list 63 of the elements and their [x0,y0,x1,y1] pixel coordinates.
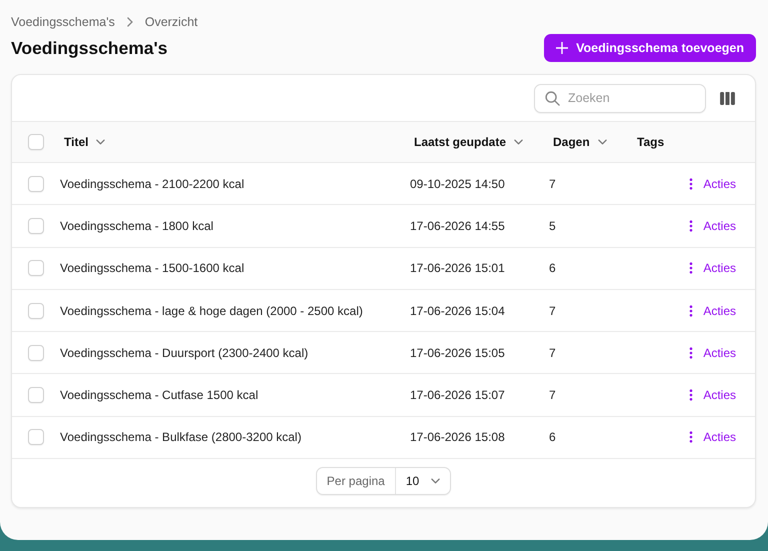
more-vertical-icon [689,346,694,359]
more-vertical-icon [689,431,694,444]
column-header: Tags [636,135,664,149]
table-cell-text: 6 [549,261,557,276]
chevron-down-icon [598,139,607,145]
checkbox[interactable] [28,302,44,319]
actions-button[interactable]: Acties [689,304,736,318]
chevron-right-icon [126,17,133,27]
per-page-label: Per pagina [316,468,396,494]
page-title: Voedingsschema's [11,38,168,58]
table-cell-text: Voedingsschema - 2100-2200 kcal [60,176,246,191]
columns-icon [720,92,735,104]
sort-header[interactable]: Titel [60,135,106,149]
table-cell-text: Voedingsschema - Bulkfase (2800-3200 kcal) [60,430,302,444]
table-cell-text: 7 [549,388,557,402]
checkbox[interactable] [28,218,44,234]
more-vertical-icon [689,304,694,317]
actions-button[interactable]: Acties [689,346,736,360]
table-cell-text: 6 [549,430,557,444]
table-cell-text: 09-10-2025 14:50 [410,176,506,191]
actions-button[interactable]: Acties [689,430,736,444]
checkbox[interactable] [28,260,44,276]
table-cell-text: 17-06-2026 15:08 [410,430,506,444]
table-cell-text: 7 [549,304,557,318]
search-icon [545,90,560,106]
table-cell-text: 5 [549,218,557,233]
table-cell-text: 7 [549,346,557,360]
table-cell-text: Voedingsschema - Duursport (2300-2400 kcal) [60,346,310,360]
actions-button[interactable]: Acties [689,388,736,402]
actions-button[interactable]: Acties [689,261,736,276]
per-page-select[interactable]: 10 [396,468,450,494]
more-vertical-icon [689,220,694,232]
actions-button[interactable]: Acties [689,176,736,191]
table-cell-text: 17-06-2026 14:55 [410,218,506,233]
sort-header[interactable]: Dagen [549,135,607,149]
add-button[interactable]: Voedingsschema toevoegen [544,34,756,62]
columns-button[interactable] [718,90,737,106]
checkbox[interactable] [28,429,44,446]
chevron-down-icon [514,139,524,145]
more-vertical-icon [689,389,694,402]
sort-header[interactable]: Laatst geupdate [410,135,524,149]
breadcrumb-link[interactable]: Overzicht [144,15,198,29]
search-field[interactable]: Zoeken [534,84,706,112]
table-cell-text: Voedingsschema - 1500-1600 kcal [60,261,246,276]
actions-button[interactable]: Acties [689,218,736,233]
checkbox[interactable] [28,387,44,404]
table-cell-text: 7 [549,176,557,191]
more-vertical-icon [689,262,694,274]
breadcrumb-link[interactable]: Voedingsschema's [11,15,115,29]
table-cell-text: Voedingsschema - 1800 kcal [60,218,214,233]
table-cell-text: 17-06-2026 15:01 [410,261,506,276]
table-cell-text: 17-06-2026 15:05 [410,346,506,360]
checkbox[interactable] [28,176,44,192]
more-vertical-icon [689,178,694,190]
plus-icon [556,42,568,54]
checkbox[interactable] [28,344,44,361]
chevron-down-icon [96,139,106,145]
table-cell-text: Voedingsschema - Cutfase 1500 kcal [60,388,260,402]
table-cell-text: 17-06-2026 15:04 [410,304,506,318]
table-cell-text: 17-06-2026 15:07 [410,388,506,402]
table-cell-text: Voedingsschema - lage & hoge dagen (2000 - 2500 kcal) [60,304,364,318]
chevron-down-icon [431,478,440,484]
checkbox[interactable] [28,134,44,150]
